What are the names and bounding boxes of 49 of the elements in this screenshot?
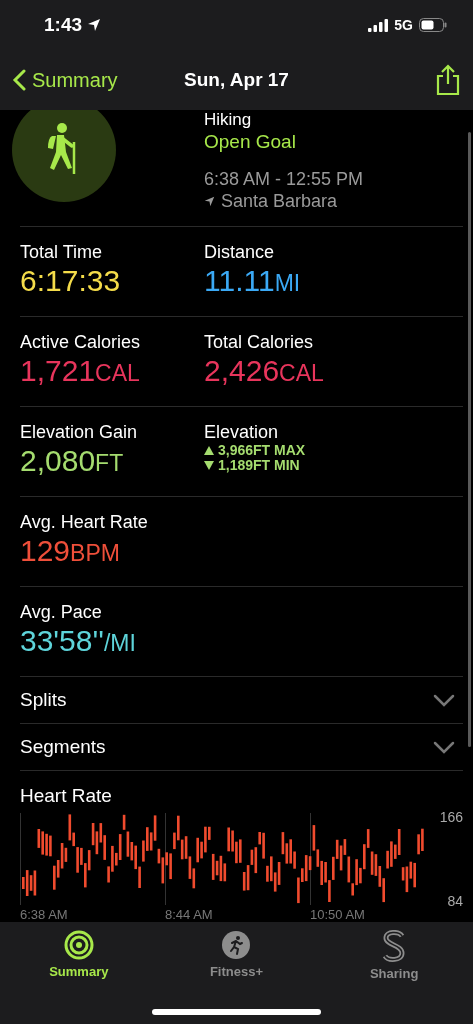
signal-icon <box>368 18 389 32</box>
workout-goal: Open Goal <box>204 130 297 154</box>
metric-value: 33'58''/MI <box>20 623 136 659</box>
sharing-icon <box>382 930 407 962</box>
tab-item[interactable]: Fitness+ <box>181 930 292 988</box>
metric-label: Avg. Heart Rate <box>20 511 148 533</box>
metric-value: 11.11MI <box>204 263 301 299</box>
location: Santa Barbara <box>221 190 338 212</box>
metric-label: Total Time <box>20 241 103 263</box>
metric-label: Active Calories <box>20 331 141 353</box>
metric-value: 1,721CAL <box>20 353 140 389</box>
back-button[interactable]: Summary <box>12 68 118 92</box>
y-axis-label: 84 <box>447 893 463 909</box>
metric-value: 129BPM <box>20 533 120 569</box>
location-arrow-icon <box>204 195 215 207</box>
nav-title: Sun, Apr 17 <box>184 69 289 90</box>
clock-time: 1:43 <box>44 14 83 36</box>
location-arrow-icon <box>87 18 102 32</box>
tab-item[interactable]: Sharing <box>339 930 450 988</box>
metric-label: Elevation <box>204 421 279 443</box>
y-axis-label: 166 <box>439 809 463 825</box>
up-triangle-icon <box>204 446 214 455</box>
time-axis-label: 10:50 AM <box>310 907 365 922</box>
metric-label: Total Calories <box>204 331 314 353</box>
chart-title: Heart Rate <box>20 785 112 807</box>
battery-icon <box>419 18 447 32</box>
metric-label: Elevation Gain <box>20 421 138 443</box>
metric-label: Avg. Pace <box>20 601 102 623</box>
down-triangle-icon <box>204 461 214 470</box>
section-row[interactable]: Segments <box>20 723 463 770</box>
metric-value: 6:17:33 <box>20 263 121 299</box>
time-axis-label: 8:44 AM <box>165 907 213 922</box>
section-row[interactable]: Splits <box>20 676 463 723</box>
time-axis-label: 6:38 AM <box>20 907 68 922</box>
min-elevation: 1,189FT MIN <box>218 458 300 473</box>
time-range: 6:38 AM - 12:55 PM <box>204 168 364 190</box>
tab-item[interactable]: Summary <box>23 930 134 988</box>
network-label: 5G <box>394 17 413 33</box>
rings-icon <box>63 930 94 960</box>
chevron-icon <box>433 740 455 754</box>
metric-label: Distance <box>204 241 275 263</box>
metric-value: 2,080FT <box>20 443 124 479</box>
metric-value: 2,426CAL <box>204 353 324 389</box>
chevron-icon <box>433 693 455 707</box>
back-chevron-icon <box>12 69 26 91</box>
share-icon[interactable] <box>435 64 461 96</box>
workout-type: Hiking <box>204 110 253 130</box>
runner-icon <box>221 930 252 960</box>
max-elevation: 3,966FT MAX <box>218 443 306 458</box>
